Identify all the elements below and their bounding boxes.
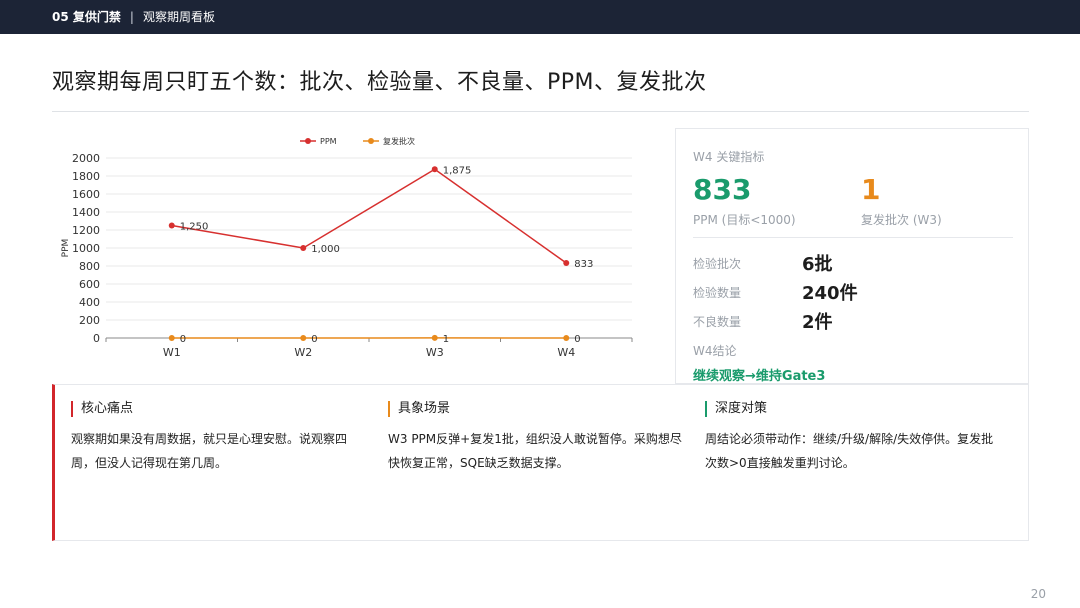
inspect-qty-value: 240件 (802, 283, 858, 304)
x-tick-label: W4 (557, 346, 575, 359)
countermeasure-column: 深度对策 周结论必须带动作：继续/升级/解除/失效停供。复发批次数>0直接触发重… (705, 401, 1001, 475)
chart-svg: 0200400600800100012001400160018002000W1 W… (61, 136, 633, 359)
kpi-divider (693, 237, 1013, 238)
line-chart: 0 200 400 600 800 1000 1200 1400 1600 1800 2000 W1 W… (52, 128, 652, 378)
kpi-heading: W4 关键指标 (693, 150, 765, 164)
pain-point-body: 观察期如果没有周数据，就只是心理安慰。说观察四周，但没人记得现在第几周。 (71, 432, 348, 470)
legend-label: 复发批次 (383, 136, 415, 146)
scenario-body: W3 PPM反弹+复发1批，组织没人敢说暂停。采购想尽快恢复正常，SQE缺乏数据… (388, 432, 682, 470)
data-point (431, 166, 438, 173)
data-point (563, 260, 570, 267)
y-tick-label: 400 (79, 296, 100, 309)
data-label: 1,250 (180, 222, 209, 233)
x-tick-label: W2 (294, 346, 312, 359)
inspect-qty-label: 检验数量 (693, 286, 742, 300)
legend-swatch-dot (368, 138, 374, 144)
pain-point-title: 核心痛点 (71, 401, 367, 417)
data-label: 0 (311, 334, 317, 345)
kpi-panel: W4 关键指标 833 1 PPM (目标<1000) 复发批次 (W3) 检验… (675, 128, 1029, 384)
y-tick-label: 1800 (72, 170, 100, 183)
data-label: 1,000 (311, 244, 340, 255)
insight-card: 核心痛点 观察期如果没有周数据，就只是心理安慰。说观察四周，但没人记得现在第几周… (52, 384, 1029, 541)
page-title: 观察期每周只盯五个数：批次、检验量、不良量、PPM、复发批次 (52, 70, 707, 95)
y-tick-label: 0 (93, 332, 100, 345)
conclusion-text: 继续观察→维持Gate3 (693, 369, 826, 384)
series-line-ppm (171, 168, 567, 264)
legend-label: PPM (320, 137, 337, 146)
y-tick-label: 800 (79, 260, 100, 273)
y-tick-label: 600 (79, 278, 100, 291)
y-tick-label: 2000 (72, 152, 100, 165)
data-point (563, 335, 570, 341)
y-tick-label: 1200 (72, 224, 100, 237)
page-number: 20 (1030, 587, 1046, 601)
data-point (168, 335, 175, 341)
legend-swatch-dot (305, 138, 311, 144)
data-label: 0 (180, 334, 186, 345)
section-label: 05 复供门禁 (52, 10, 121, 24)
data-point (168, 222, 175, 229)
recur-value: 1 (861, 173, 881, 206)
data-point (300, 335, 307, 341)
inspect-batches-label: 检验批次 (693, 257, 742, 271)
ppm-caption: PPM (目标<1000) (693, 213, 796, 227)
conclusion-label: W4结论 (693, 344, 737, 358)
x-tick-label: W1 (163, 346, 181, 359)
y-tick-label: 200 (79, 314, 100, 327)
title-divider (52, 111, 1029, 112)
data-label: 1 (443, 334, 449, 345)
y-tick-label: 1400 (72, 206, 100, 219)
scenario-column: 具象场景 W3 PPM反弹+复发1批，组织没人敢说暂停。采购想尽快恢复正常，SQ… (388, 401, 684, 475)
data-label: 833 (574, 259, 593, 270)
data-label: 1,875 (443, 165, 472, 176)
pain-point-column: 核心痛点 观察期如果没有周数据，就只是心理安慰。说观察四周，但没人记得现在第几周… (71, 401, 367, 475)
countermeasure-title: 深度对策 (705, 401, 1001, 417)
defect-qty-value: 2件 (802, 312, 833, 333)
x-tick-label: W3 (426, 346, 444, 359)
header-subtitle: 观察期周看板 (142, 10, 215, 24)
y-tick-label: 1000 (72, 242, 100, 255)
y-axis-label: PPM (61, 239, 71, 258)
header-separator: | (129, 10, 134, 24)
top-bar: 05 复供门禁 | 观察期周看板 (0, 0, 1080, 34)
recur-caption: 复发批次 (W3) (861, 213, 942, 227)
scenario-title: 具象场景 (388, 401, 684, 417)
data-point (300, 245, 307, 251)
countermeasure-body: 周结论必须带动作：继续/升级/解除/失效停供。复发批次数>0直接触发重判讨论。 (705, 432, 994, 470)
ppm-value: 833 (693, 173, 752, 206)
data-point (431, 334, 438, 341)
defect-qty-label: 不良数量 (693, 315, 742, 329)
data-label: 0 (574, 334, 580, 345)
y-tick-label: 1600 (72, 188, 100, 201)
inspect-batches-value: 6批 (802, 254, 833, 275)
